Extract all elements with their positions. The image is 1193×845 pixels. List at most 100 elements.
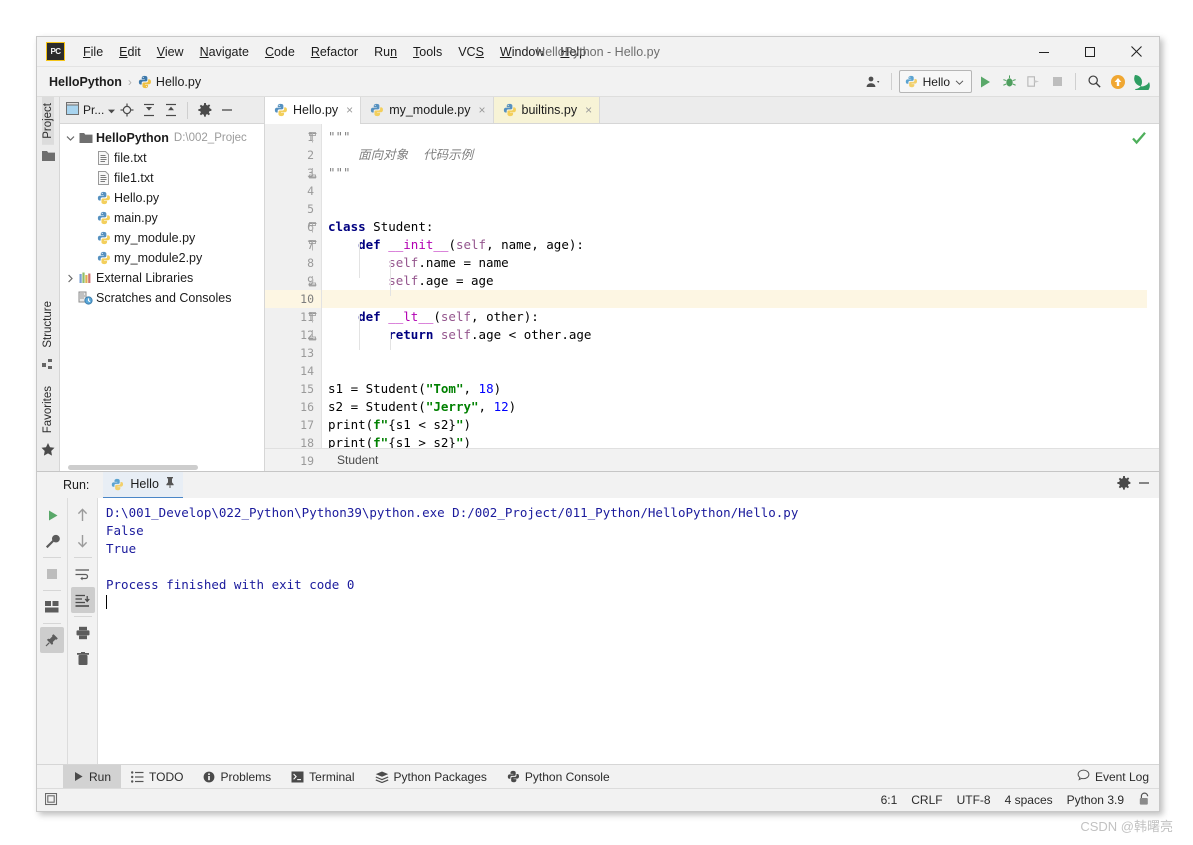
tree-node[interactable]: my_module.py [60, 228, 264, 248]
code-line[interactable]: s1 = Student("Tom", 18) [322, 380, 1159, 398]
fold-markers[interactable] [307, 128, 318, 470]
print-button[interactable] [71, 620, 95, 646]
code-line[interactable]: def __lt__(self, other): [322, 308, 1159, 326]
tool-window-button-todo[interactable]: TODO [121, 765, 193, 788]
debug-button[interactable] [998, 71, 1020, 93]
tool-window-button-python-console[interactable]: Python Console [497, 765, 620, 788]
project-view-selector[interactable]: Pr... [66, 102, 116, 118]
code-editor[interactable]: """ 面向对象 代码示例 """ class Student: def __in… [322, 124, 1159, 448]
hide-panel-icon[interactable] [1137, 476, 1151, 495]
maximize-button[interactable] [1067, 37, 1113, 66]
code-line[interactable] [322, 344, 1159, 362]
tool-window-button-python-packages[interactable]: Python Packages [365, 765, 497, 788]
code-line[interactable]: def __init__(self, name, age): [322, 236, 1159, 254]
menu-item-vcs[interactable]: VCS [450, 43, 492, 61]
event-log-button[interactable]: Event Log [1077, 769, 1149, 785]
code-line[interactable]: 面向对象 代码示例 [322, 146, 1159, 164]
sidebar-item-project[interactable]: Project [42, 97, 54, 145]
tool-window-button-problems[interactable]: Problems [193, 765, 281, 788]
tree-node[interactable]: HelloPython D:\002_Projec [60, 128, 264, 148]
python-interpreter[interactable]: Python 3.9 [1067, 793, 1124, 807]
tree-node[interactable]: Hello.py [60, 188, 264, 208]
file-encoding[interactable]: UTF-8 [957, 793, 991, 807]
code-line[interactable]: class Student: [322, 218, 1159, 236]
run-coverage-button[interactable] [1022, 71, 1044, 93]
menu-item-navigate[interactable]: Navigate [192, 43, 257, 61]
breadcrumb-file[interactable]: Hello.py [156, 75, 201, 89]
menu-item-tools[interactable]: Tools [405, 43, 450, 61]
fold-marker[interactable] [307, 272, 318, 290]
tree-node[interactable]: file.txt [60, 148, 264, 168]
fold-marker[interactable] [307, 218, 318, 236]
fold-marker[interactable] [307, 164, 318, 182]
tree-expand-arrow[interactable] [64, 274, 77, 283]
stop-button[interactable] [40, 561, 64, 587]
editor-tab-Hello-py[interactable]: Hello.py × [265, 97, 362, 124]
tree-node[interactable]: main.py [60, 208, 264, 228]
fold-marker[interactable] [307, 236, 318, 254]
editor-tab-builtins-py[interactable]: builtins.py × [493, 97, 601, 123]
tool-window-button-run[interactable]: Run [63, 765, 122, 788]
rerun-button[interactable] [40, 502, 64, 528]
tree-node[interactable]: my_module2.py [60, 248, 264, 268]
layout-icon[interactable] [45, 793, 59, 807]
close-icon[interactable]: × [585, 103, 592, 117]
stop-button[interactable] [1046, 71, 1068, 93]
fold-marker[interactable] [307, 308, 318, 326]
editor-tab-my_module-py[interactable]: my_module.py × [361, 97, 494, 123]
code-line[interactable] [322, 290, 1159, 308]
close-icon[interactable]: × [478, 103, 485, 117]
scroll-to-end-button[interactable] [70, 587, 95, 613]
clear-all-button[interactable] [71, 646, 95, 672]
menu-item-view[interactable]: View [149, 43, 192, 61]
run-tab-hello[interactable]: Hello [103, 471, 183, 499]
editor-gutter[interactable]: 1 2 3 4 5 6 7 8 9 10 11 12 13 14 15 16 17 18 19 [265, 124, 322, 468]
tree-expand-arrow[interactable] [64, 135, 77, 142]
code-line[interactable] [322, 200, 1159, 218]
search-icon[interactable] [1083, 71, 1105, 93]
caret-position[interactable]: 6:1 [881, 793, 898, 807]
layout-button[interactable] [40, 594, 64, 620]
down-arrow-button[interactable] [71, 528, 95, 554]
tool-window-button-terminal[interactable]: Terminal [281, 765, 364, 788]
run-configuration-selector[interactable]: Hello [898, 70, 972, 93]
settings-wrench-button[interactable] [40, 528, 64, 554]
user-icon[interactable] [862, 71, 884, 93]
inspection-ok-icon[interactable] [1131, 130, 1147, 149]
code-line[interactable]: self.name = name [322, 254, 1159, 272]
minimize-button[interactable] [1021, 37, 1067, 66]
fold-marker[interactable] [307, 326, 318, 344]
settings-gear-icon[interactable] [1117, 475, 1131, 495]
tree-node[interactable]: Scratches and Consoles [60, 288, 264, 308]
tree-node[interactable]: file1.txt [60, 168, 264, 188]
settings-gear-icon[interactable] [194, 100, 215, 121]
menu-item-code[interactable]: Code [257, 43, 303, 61]
tree-node[interactable]: External Libraries [60, 268, 264, 288]
collapse-all-icon[interactable] [160, 100, 181, 121]
code-line[interactable]: """ [322, 164, 1159, 182]
menu-item-run[interactable]: Run [366, 43, 405, 61]
update-button[interactable] [1107, 71, 1129, 93]
locate-icon[interactable] [116, 100, 137, 121]
code-line[interactable]: """ [322, 128, 1159, 146]
menu-item-file[interactable]: File [75, 43, 111, 61]
run-button[interactable] [974, 71, 996, 93]
code-line[interactable]: s2 = Student("Jerry", 12) [322, 398, 1159, 416]
expand-all-icon[interactable] [138, 100, 159, 121]
lock-icon[interactable] [1138, 792, 1151, 809]
code-line[interactable]: return self.age < other.age [322, 326, 1159, 344]
code-line[interactable]: print(f"{s1 < s2}") [322, 416, 1159, 434]
profile-button[interactable] [1131, 71, 1153, 93]
menu-item-refactor[interactable]: Refactor [303, 43, 366, 61]
code-line[interactable] [322, 362, 1159, 380]
line-separator[interactable]: CRLF [911, 793, 942, 807]
code-line[interactable] [322, 182, 1159, 200]
pin-icon[interactable] [165, 477, 175, 491]
breadcrumb-class[interactable]: Student [337, 453, 378, 467]
sidebar-item-favorites[interactable]: Favorites [42, 380, 54, 439]
indent-setting[interactable]: 4 spaces [1005, 793, 1053, 807]
pin-button[interactable] [40, 627, 64, 653]
up-arrow-button[interactable] [71, 502, 95, 528]
code-line[interactable]: print(f"{s1 > s2}") [322, 434, 1159, 448]
breadcrumb-project[interactable]: HelloPython [49, 75, 122, 89]
